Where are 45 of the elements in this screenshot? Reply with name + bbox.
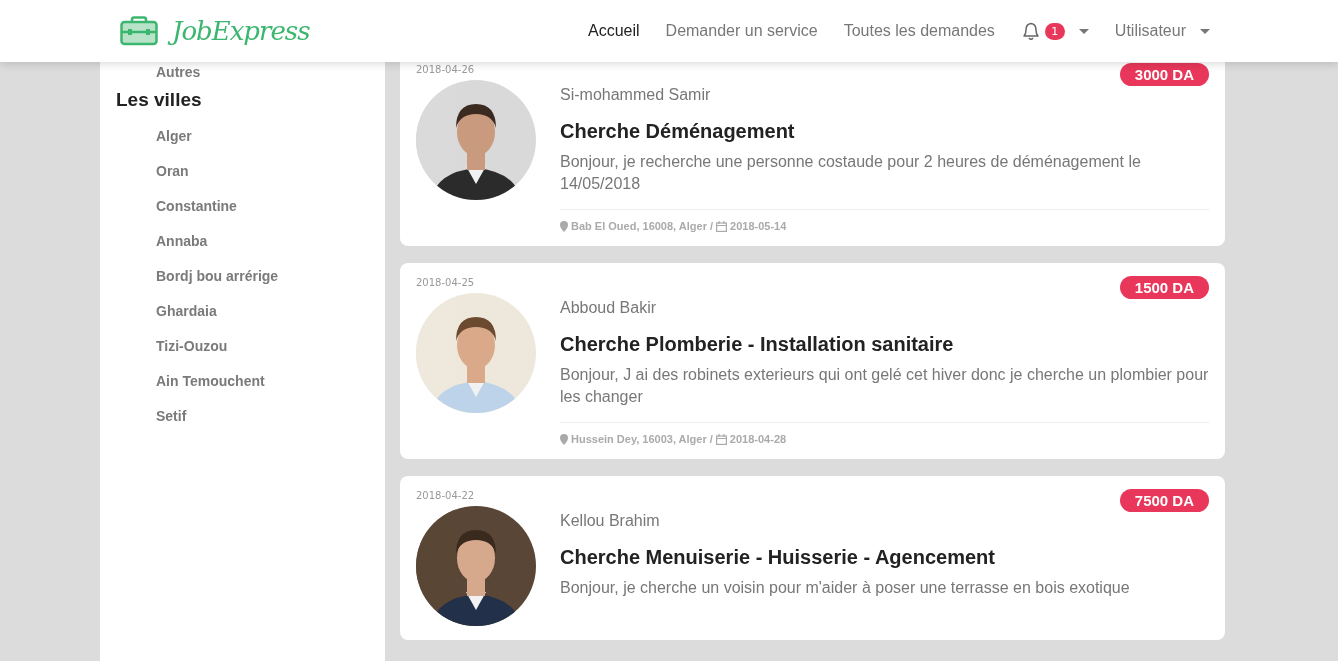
city-link[interactable]: Setif <box>156 407 187 442</box>
city-link[interactable]: Bordj bou arrérige <box>156 267 279 302</box>
city-link[interactable]: Constantine <box>156 197 237 232</box>
due-date: 2018-05-14 <box>730 220 787 232</box>
price-badge: 7500 DA <box>1119 489 1209 512</box>
request-description: Bonjour, J ai des robinets exterieurs qui ont gelé cet hiver donc je cherche un plombier pour les changer <box>560 365 1209 407</box>
requester-name: Abboud Bakir <box>560 299 658 317</box>
price-badge: 1500 DA <box>1119 276 1209 299</box>
section-heading: Les villes <box>116 89 202 111</box>
request-location: Hussein Dey, 16003, Alger / <box>571 433 713 445</box>
logo-text[interactable]: JobExpress <box>166 11 316 51</box>
category-link[interactable]: Autres <box>156 63 201 85</box>
city-link[interactable]: Ghardaia <box>156 302 217 337</box>
requester-name: Si-mohammed Samir <box>560 86 712 104</box>
post-date: 2018-04-22 <box>416 490 475 503</box>
calendar-icon <box>715 433 727 445</box>
bell-icon <box>1020 21 1041 41</box>
due-date: 2018-04-28 <box>729 433 787 445</box>
location-pin-icon <box>560 433 568 445</box>
nav-link[interactable]: Demander un service <box>665 22 818 40</box>
request-title[interactable]: Cherche Déménagement <box>560 120 1209 143</box>
city-link[interactable]: Annaba <box>156 232 208 267</box>
price-badge: 3000 DA <box>1119 63 1209 86</box>
request-description: Bonjour, je recherche une personne costaude pour 2 heures de déménagement le 14/05/2018 <box>560 152 1142 194</box>
request-location: Bab El Oued, 16008, Alger / <box>571 220 714 232</box>
city-link[interactable]: Alger <box>156 127 192 162</box>
request-title[interactable]: Cherche Plomberie - Installation sanitaire <box>560 333 1209 356</box>
nav-link[interactable]: Accueil <box>588 22 640 40</box>
post-date: 2018-04-25 <box>416 277 475 290</box>
request-description: Bonjour, je cherche un voisin pour m'aider à poser une terrasse en bois exotique <box>560 578 1131 598</box>
location-pin-icon <box>560 220 568 232</box>
calendar-icon <box>716 220 728 232</box>
post-date: 2018-04-26 <box>416 64 475 77</box>
caret-icon <box>1200 28 1210 34</box>
notification-badge: 1 <box>1044 22 1065 40</box>
request-title[interactable]: Cherche Menuiserie - Huisserie - Agencement <box>560 546 1209 569</box>
city-link[interactable]: Oran <box>156 162 189 197</box>
notifications-button[interactable]: 1 <box>1020 21 1089 41</box>
caret-icon <box>1078 28 1089 34</box>
city-link[interactable]: Ain Temouchent <box>156 372 265 407</box>
city-link[interactable]: Tizi-Ouzou <box>156 337 228 372</box>
requester-name: Kellou Brahim <box>560 512 661 530</box>
nav-link[interactable]: Toutes les demandes <box>843 22 995 40</box>
briefcase-icon[interactable] <box>120 16 158 46</box>
user-menu-button[interactable]: Utilisateur <box>1114 22 1210 40</box>
